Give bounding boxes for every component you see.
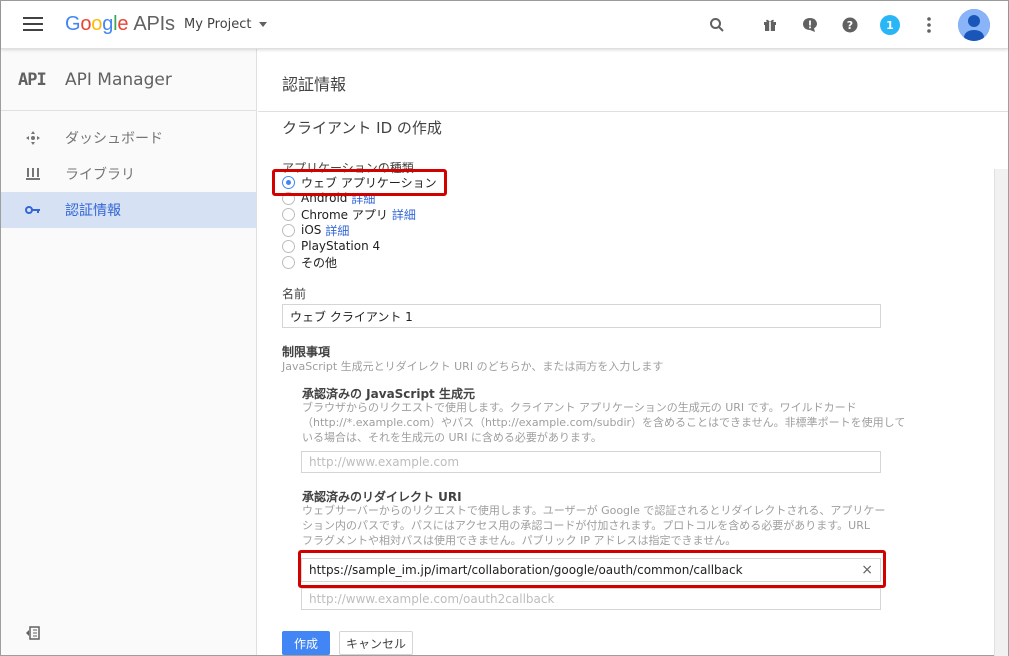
radio-chrome-app[interactable]: Chrome アプリ 詳細 <box>282 206 416 222</box>
logo-letter: o <box>80 13 92 35</box>
radio-label: Chrome アプリ <box>301 207 388 222</box>
redirect-desc-line: ウェブサーバーからのリクエストで使用します。ユーザーが Google で認証され… <box>302 504 886 517</box>
sidebar-header: API API Manager <box>1 49 256 111</box>
cancel-button[interactable]: キャンセル <box>339 631 413 655</box>
sidebar-title: API Manager <box>65 70 172 90</box>
redirect-desc-line: ション内のパスです。パスにはアクセス用の承認コードが付加されます。プロトコルを含… <box>302 519 870 532</box>
restrictions-label: 制限事項 <box>282 345 331 359</box>
radio-button[interactable] <box>282 255 295 269</box>
account-avatar[interactable] <box>958 9 990 41</box>
logo-letter: o <box>91 13 103 35</box>
sidebar-item-label: ダッシュボード <box>65 131 163 147</box>
logo-apis-text: APIs <box>133 13 175 35</box>
caret-down-icon <box>258 22 267 27</box>
js-origin-desc-line: （http://*.example.com）やパス（http://example… <box>302 416 906 429</box>
page-header: 認証情報 <box>258 49 1008 112</box>
radio-ios[interactable]: iOS 詳細 <box>282 222 349 238</box>
sidebar-item-credentials[interactable]: 認証情報 <box>1 192 256 228</box>
js-origin-input[interactable]: http://www.example.com <box>301 451 881 473</box>
feedback-icon[interactable] <box>800 15 820 35</box>
js-origin-desc-line: ブラウザからのリクエストで使用します。クライアント アプリケーションの生成元の … <box>302 401 857 414</box>
scrollbar[interactable] <box>994 169 1008 656</box>
highlight-box <box>298 550 886 588</box>
redirect-uri-new-input[interactable]: http://www.example.com/oauth2callback <box>301 588 881 610</box>
collapse-sidebar-icon[interactable] <box>25 625 41 645</box>
top-app-bar: Google APIs My Project ? 1 <box>1 1 1008 49</box>
name-input[interactable]: ウェブ クライアント 1 <box>282 304 881 328</box>
details-link[interactable]: 詳細 <box>325 222 349 239</box>
dashboard-icon <box>1 130 65 146</box>
search-icon[interactable] <box>707 15 727 35</box>
google-apis-logo[interactable]: Google APIs <box>65 13 175 36</box>
name-label: 名前 <box>282 287 307 301</box>
radio-playstation-4[interactable]: PlayStation 4 <box>282 238 380 254</box>
radio-button[interactable] <box>282 207 295 221</box>
form-subtitle: クライアント ID の作成 <box>282 119 442 137</box>
js-origin-desc-line: いる場合は、それを生成元の URI に含める必要があります。 <box>302 431 602 444</box>
credentials-form: クライアント ID の作成 アプリケーションの種類 ウェブ アプリケーション A… <box>258 113 1008 656</box>
sidebar-item-label: 認証情報 <box>65 203 121 219</box>
menu-icon[interactable] <box>23 17 43 33</box>
project-selector[interactable]: My Project <box>184 17 267 32</box>
highlight-box <box>272 169 447 196</box>
svg-text:?: ? <box>847 19 853 32</box>
more-vert-icon[interactable] <box>919 15 939 35</box>
help-icon[interactable]: ? <box>840 15 860 35</box>
sidebar: API API Manager ダッシュボード ライブラリ 認証情報 <box>1 49 257 655</box>
radio-button[interactable] <box>282 239 295 253</box>
radio-other[interactable]: その他 <box>282 254 337 270</box>
restrictions-desc: JavaScript 生成元とリダイレクト URI のどちらか、または両方を入力… <box>282 360 664 373</box>
radio-button[interactable] <box>282 223 295 237</box>
create-button[interactable]: 作成 <box>282 631 330 655</box>
logo-letter: g <box>102 13 114 35</box>
project-name: My Project <box>184 17 252 32</box>
page-title: 認証情報 <box>282 75 347 94</box>
logo-letter: G <box>65 13 81 35</box>
library-icon <box>1 167 65 181</box>
key-icon <box>1 205 65 215</box>
redirect-desc-line: フラグメントや相対パスは使用できません。パブリック IP アドレスは指定できませ… <box>302 534 737 547</box>
radio-label: iOS <box>301 223 322 237</box>
radio-label: PlayStation 4 <box>301 239 381 253</box>
radio-label: その他 <box>301 255 338 270</box>
gift-icon[interactable] <box>760 15 780 35</box>
details-link[interactable]: 詳細 <box>392 206 416 223</box>
sidebar-item-library[interactable]: ライブラリ <box>1 156 256 192</box>
sidebar-item-dashboard[interactable]: ダッシュボード <box>1 120 256 156</box>
api-mark: API <box>18 70 47 90</box>
sidebar-item-label: ライブラリ <box>65 167 135 183</box>
logo-letter: e <box>117 13 129 35</box>
notifications-badge[interactable]: 1 <box>880 15 900 35</box>
